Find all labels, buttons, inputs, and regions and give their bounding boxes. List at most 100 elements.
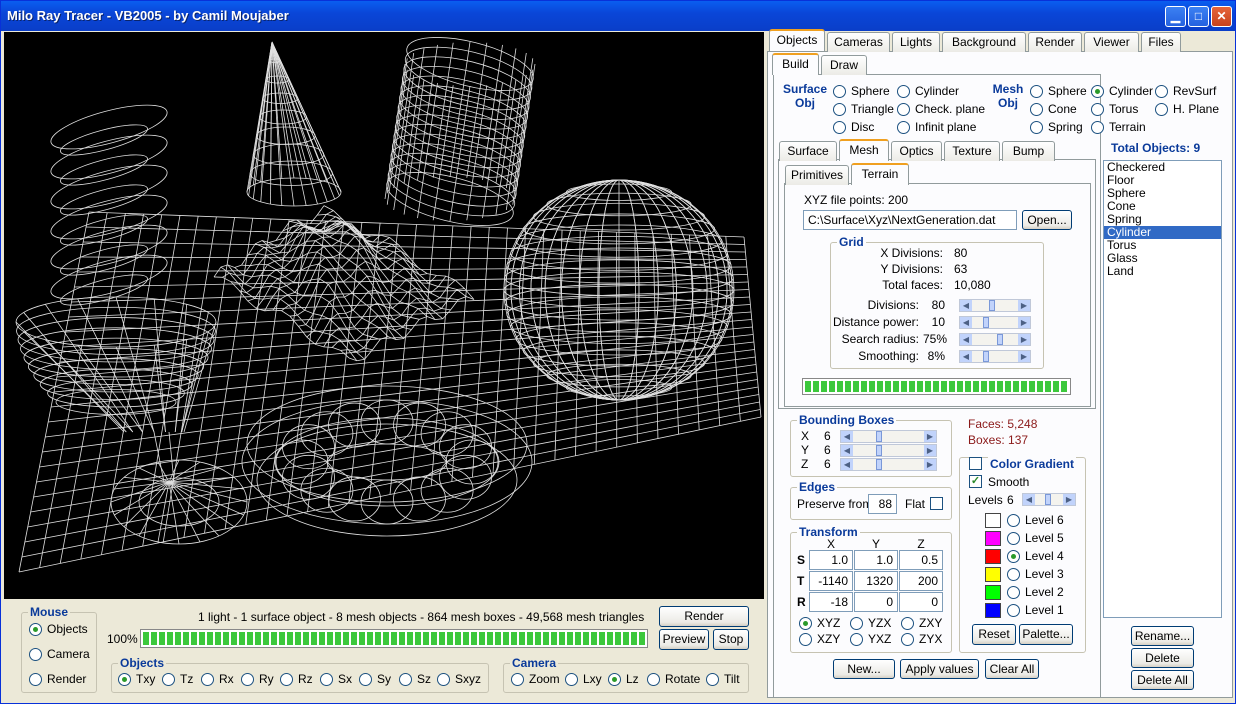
camera-rotate-radio[interactable]: Rotate (647, 672, 700, 686)
transform-t-x-input[interactable]: -1140 (809, 571, 853, 591)
apply-values-button[interactable]: Apply values (900, 659, 979, 679)
surface-infinit-plane-radio[interactable]: Infinit plane (897, 120, 976, 134)
clear-all-button[interactable]: Clear All (985, 659, 1039, 679)
objects-rz-radio[interactable]: Rz (280, 672, 313, 686)
transform-r-y-input[interactable]: 0 (854, 592, 898, 612)
palette-button[interactable]: Palette... (1019, 624, 1073, 645)
tab-files[interactable]: Files (1141, 32, 1181, 52)
level-6-swatch[interactable] (985, 513, 1001, 528)
scroll-right-icon[interactable]: ▶ (924, 459, 936, 470)
camera-lxy-radio[interactable]: Lxy (565, 672, 602, 686)
tab-draw[interactable]: Draw (821, 55, 867, 75)
scroll-left-icon[interactable]: ◀ (841, 431, 853, 442)
surface-cylinder-radio[interactable]: Cylinder (897, 84, 959, 98)
color-gradient-checkbox[interactable] (969, 457, 982, 470)
close-button[interactable]: ✕ (1211, 6, 1232, 27)
camera-zoom-radio[interactable]: Zoom (511, 672, 560, 686)
scroll-left-icon[interactable]: ◀ (960, 334, 972, 345)
scroll-right-icon[interactable]: ▶ (1018, 334, 1030, 345)
level-1-swatch[interactable] (985, 603, 1001, 618)
scroll-left-icon[interactable]: ◀ (841, 459, 853, 470)
reset-button[interactable]: Reset (972, 624, 1016, 645)
order-yzx-radio[interactable]: YZX (850, 616, 891, 630)
slider-thumb[interactable] (876, 445, 883, 456)
objects-rx-radio[interactable]: Rx (201, 672, 234, 686)
tab-texture[interactable]: Texture (944, 141, 1000, 161)
level-4-radio[interactable]: Level 4 (1007, 549, 1064, 563)
list-item[interactable]: Checkered Floor (1104, 161, 1165, 187)
level-2-radio[interactable]: Level 2 (1007, 585, 1064, 599)
mesh-h-plane-radio[interactable]: H. Plane (1155, 102, 1219, 116)
transform-r-z-input[interactable]: 0 (899, 592, 943, 612)
objects-sx-radio[interactable]: Sx (320, 672, 352, 686)
minimize-button[interactable]: ▁ (1165, 6, 1186, 27)
objects-ry-radio[interactable]: Ry (241, 672, 274, 686)
mesh-cylinder-radio[interactable]: Cylinder (1091, 84, 1153, 98)
preview-button[interactable]: Preview (659, 629, 709, 650)
scroll-left-icon[interactable]: ◀ (960, 317, 972, 328)
render-button[interactable]: Render (659, 606, 749, 627)
level-6-radio[interactable]: Level 6 (1007, 513, 1064, 527)
level-3-radio[interactable]: Level 3 (1007, 567, 1064, 581)
order-yxz-radio[interactable]: YXZ (850, 632, 891, 646)
open-button[interactable]: Open... (1022, 210, 1072, 230)
camera-tilt-radio[interactable]: Tilt (706, 672, 740, 686)
bb-y-slider[interactable]: ◀ ▶ (840, 444, 937, 457)
tab-viewer[interactable]: Viewer (1084, 32, 1139, 52)
tab-lights[interactable]: Lights (892, 32, 940, 52)
mouse-objects-radio[interactable]: Objects (29, 622, 88, 636)
level-4-swatch[interactable] (985, 549, 1001, 564)
tab-primitives[interactable]: Primitives (785, 165, 849, 185)
slider-thumb[interactable] (982, 317, 989, 328)
mesh-revsurf-radio[interactable]: RevSurf (1155, 84, 1216, 98)
objects-sy-radio[interactable]: Sy (359, 672, 391, 686)
mesh-torus-radio[interactable]: Torus (1091, 102, 1138, 116)
scroll-left-icon[interactable]: ◀ (960, 300, 972, 311)
surface-triangle-radio[interactable]: Triangle (833, 102, 894, 116)
scroll-right-icon[interactable]: ▶ (924, 431, 936, 442)
level-2-swatch[interactable] (985, 585, 1001, 600)
preserve-input[interactable]: 88 (868, 494, 897, 514)
bb-z-slider[interactable]: ◀ ▶ (840, 458, 937, 471)
delete-button[interactable]: Delete (1131, 648, 1194, 668)
smoothing-slider[interactable]: ◀ ▶ (959, 350, 1031, 363)
tab-bump[interactable]: Bump (1002, 141, 1055, 161)
delete-all-button[interactable]: Delete All (1131, 670, 1194, 690)
order-xzy-radio[interactable]: XZY (799, 632, 840, 646)
mouse-camera-radio[interactable]: Camera (29, 647, 90, 661)
levels-slider[interactable]: ◀ ▶ (1022, 493, 1076, 506)
mesh-sphere-radio[interactable]: Sphere (1030, 84, 1087, 98)
stop-button[interactable]: Stop (713, 629, 749, 650)
mesh-spring-radio[interactable]: Spring (1030, 120, 1083, 134)
transform-t-z-input[interactable]: 200 (899, 571, 943, 591)
objects-sz-radio[interactable]: Sz (399, 672, 431, 686)
tab-optics[interactable]: Optics (891, 141, 942, 161)
flat-checkbox[interactable] (930, 497, 943, 510)
scroll-left-icon[interactable]: ◀ (841, 445, 853, 456)
surface-disc-radio[interactable]: Disc (833, 120, 874, 134)
tab-build[interactable]: Build (772, 53, 819, 75)
distance-slider[interactable]: ◀ ▶ (959, 316, 1031, 329)
scroll-left-icon[interactable]: ◀ (960, 351, 972, 362)
transform-s-y-input[interactable]: 1.0 (854, 550, 898, 570)
object-list[interactable]: Checkered Floor Sphere Cone Spring Cylinder T… (1103, 160, 1222, 618)
scroll-right-icon[interactable]: ▶ (924, 445, 936, 456)
divisions-slider[interactable]: ◀ ▶ (959, 299, 1031, 312)
scroll-right-icon[interactable]: ▶ (1018, 317, 1030, 328)
tab-background[interactable]: Background (942, 32, 1026, 52)
tab-mesh[interactable]: Mesh (839, 139, 889, 161)
tab-cameras[interactable]: Cameras (827, 32, 890, 52)
rename-button[interactable]: Rename... (1131, 626, 1194, 646)
transform-s-z-input[interactable]: 0.5 (899, 550, 943, 570)
scroll-right-icon[interactable]: ▶ (1018, 351, 1030, 362)
mesh-terrain-radio[interactable]: Terrain (1091, 120, 1146, 134)
slider-thumb[interactable] (876, 431, 883, 442)
tab-terrain[interactable]: Terrain (851, 163, 909, 185)
level-3-swatch[interactable] (985, 567, 1001, 582)
maximize-button[interactable]: □ (1188, 6, 1209, 27)
surface-sphere-radio[interactable]: Sphere (833, 84, 890, 98)
objects-sxyz-radio[interactable]: Sxyz (437, 672, 481, 686)
camera-lz-radio[interactable]: Lz (608, 672, 639, 686)
level-1-radio[interactable]: Level 1 (1007, 603, 1064, 617)
order-zyx-radio[interactable]: ZYX (901, 632, 942, 646)
